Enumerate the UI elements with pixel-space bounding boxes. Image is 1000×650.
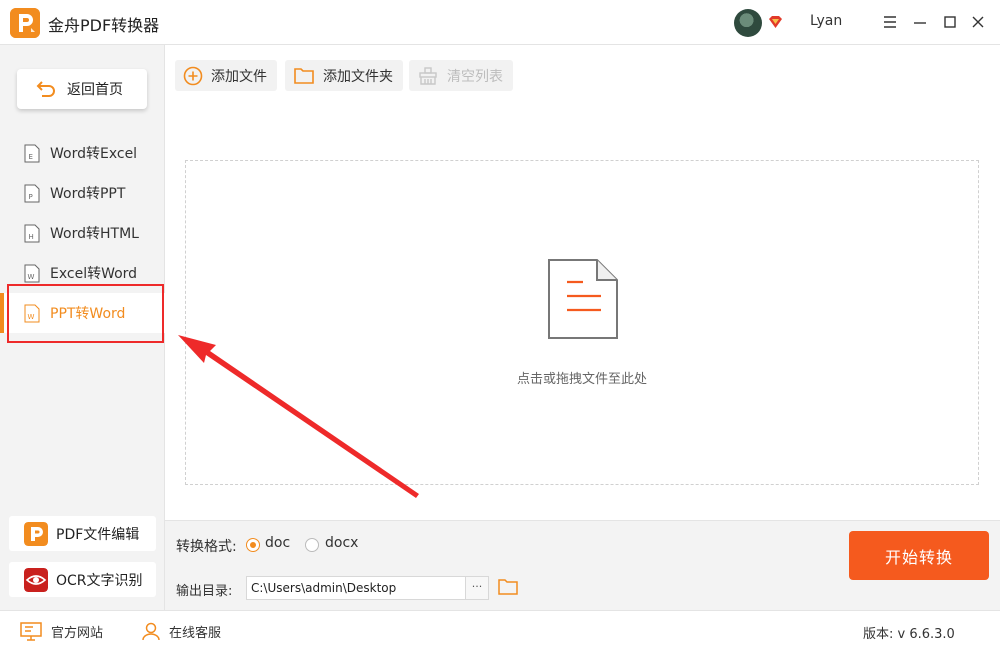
sidebar-item-label: Word转Excel: [50, 146, 138, 162]
annotation-arrow-icon: [178, 335, 419, 498]
active-indicator: [0, 293, 4, 333]
ocr-eye-icon: [24, 567, 48, 592]
svg-text:W: W: [28, 273, 35, 281]
add-folder-label: 添加文件夹: [323, 68, 393, 85]
pdf-edit-button[interactable]: PDF文件编辑: [9, 516, 156, 551]
support-label: 在线客服: [169, 625, 222, 641]
website-label: 官方网站: [51, 625, 104, 641]
browse-button[interactable]: ···: [465, 576, 489, 600]
svg-text:E: E: [29, 153, 33, 161]
open-folder-icon[interactable]: [498, 578, 518, 596]
clear-list-label: 清空列表: [447, 68, 503, 85]
annotation-highlight-box: [7, 284, 164, 343]
output-dir-label: 输出目录:: [176, 584, 233, 599]
user-avatar[interactable]: [734, 9, 762, 37]
ppt-doc-icon: P: [24, 184, 40, 202]
minimize-icon[interactable]: [910, 12, 930, 32]
official-website-link[interactable]: 官方网站: [19, 611, 103, 650]
sidebar-item-word-to-ppt[interactable]: P Word转PPT: [0, 173, 165, 213]
app-logo: [10, 8, 40, 38]
sidebar-item-word-to-html[interactable]: H Word转HTML: [0, 213, 165, 253]
sidebar-item-word-to-excel[interactable]: E Word转Excel: [0, 133, 165, 173]
folder-icon: [294, 67, 314, 84]
add-folder-button[interactable]: 添加文件夹: [285, 60, 403, 91]
support-agent-icon: [142, 622, 160, 641]
html-doc-icon: H: [24, 224, 40, 242]
format-option-label[interactable]: doc: [265, 535, 290, 551]
app-title: 金舟PDF转换器: [48, 16, 160, 35]
svg-text:P: P: [29, 193, 33, 201]
online-support-link[interactable]: 在线客服: [141, 611, 221, 650]
title-bar: 金舟PDF转换器 Lyan: [0, 0, 1000, 45]
ocr-label: OCR文字识别: [56, 572, 143, 589]
sidebar: 返回首页 E Word转Excel P Word转PPT H Word转HTML…: [0, 45, 165, 610]
monitor-icon: [20, 622, 42, 641]
return-arrow-icon: [36, 81, 55, 97]
svg-text:H: H: [29, 233, 34, 241]
format-radio-docx[interactable]: [305, 538, 319, 552]
start-convert-button[interactable]: 开始转换: [849, 531, 989, 580]
sidebar-item-label: Word转HTML: [50, 226, 139, 242]
close-icon[interactable]: [968, 12, 988, 32]
clear-list-button[interactable]: 清空列表: [409, 60, 513, 91]
format-option-label[interactable]: docx: [325, 535, 358, 551]
maximize-icon[interactable]: [940, 12, 960, 32]
back-home-label: 返回首页: [67, 82, 123, 98]
document-icon: [548, 259, 618, 339]
add-circle-icon: [183, 66, 203, 85]
sidebar-item-label: Word转PPT: [50, 186, 126, 202]
vip-diamond-icon[interactable]: [768, 15, 783, 29]
word-doc-icon: W: [24, 264, 40, 282]
pdf-edit-label: PDF文件编辑: [56, 526, 140, 543]
add-file-label: 添加文件: [211, 68, 267, 85]
back-home-button[interactable]: 返回首页: [17, 69, 147, 109]
sidebar-item-label: Excel转Word: [50, 266, 138, 282]
add-file-button[interactable]: 添加文件: [175, 60, 277, 91]
format-label: 转换格式:: [176, 539, 237, 555]
ocr-button[interactable]: OCR文字识别: [9, 562, 156, 597]
conversion-settings: 转换格式: doc docx 输出目录: ··· 开始转换: [165, 520, 1000, 610]
clear-broom-icon: [419, 66, 437, 85]
username[interactable]: Lyan: [810, 13, 842, 29]
format-radio-doc[interactable]: [246, 538, 260, 552]
excel-doc-icon: E: [24, 144, 40, 162]
menu-icon[interactable]: [880, 12, 900, 32]
footer: 官方网站 在线客服 版本: v 6.6.3.0: [0, 610, 1000, 650]
output-path-input[interactable]: [246, 576, 466, 600]
pdf-editor-icon: [24, 521, 48, 546]
version-text: 版本: v 6.6.3.0: [863, 627, 955, 642]
